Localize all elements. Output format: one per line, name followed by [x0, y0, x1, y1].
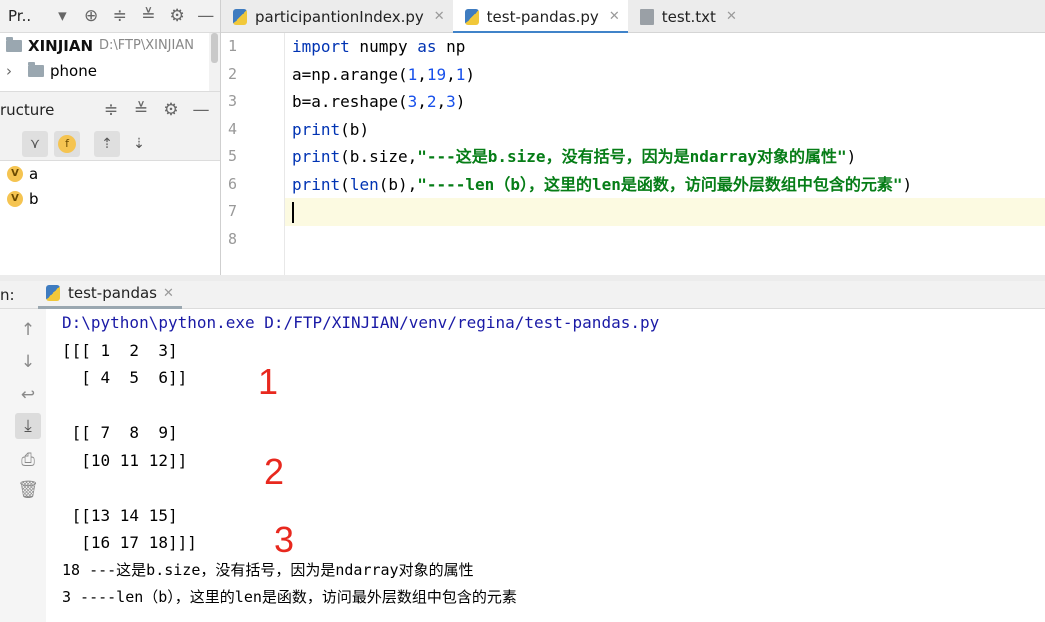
code-line: print(len(b),"----len（b），这里的len是函数，访问最外层… [292, 174, 913, 194]
annotation-3: 3 [274, 519, 295, 560]
annotation-2: 2 [264, 451, 285, 492]
hide-icon[interactable]: — [191, 2, 220, 30]
print-icon[interactable]: ⎙ [15, 447, 41, 473]
close-icon[interactable]: ✕ [434, 9, 445, 24]
expand-all-icon[interactable]: ≑ [105, 2, 134, 30]
structure-title: ructure [0, 100, 55, 119]
structure-toolbar: ⋎ f ⇡ ⇣ [0, 127, 220, 161]
code-line: print(b.size,"---这是b.size，没有括号，因为是ndarra… [292, 147, 857, 166]
text-file-icon [639, 8, 654, 25]
command-line: D:\python\python.exe D:/FTP/XINJIAN/venv… [62, 313, 660, 332]
line-number: 3 [228, 92, 238, 110]
hide-icon[interactable]: — [186, 96, 216, 124]
gear-icon[interactable]: ⚙ [156, 96, 186, 124]
tree-root[interactable]: XINJIAN D:\FTP\XINJIAN [0, 33, 209, 58]
run-tab-label: test-pandas [68, 284, 157, 302]
tab-test-txt[interactable]: test.txt ✕ [628, 0, 745, 33]
tab-label: test-pandas.py [486, 7, 599, 26]
line-number: 7 [228, 202, 238, 220]
tab-test-pandas[interactable]: test-pandas.py ✕ [452, 0, 628, 34]
structure-item[interactable]: V b [0, 186, 220, 211]
python-file-icon [464, 8, 479, 25]
line-number: 6 [228, 174, 238, 193]
tab-participantionindex[interactable]: participantionIndex.py ✕ [221, 0, 453, 33]
structure-item[interactable]: V a [0, 161, 220, 186]
expand-all-icon[interactable]: ≑ [96, 96, 126, 124]
structure-list: V a V b [0, 161, 220, 275]
tab-label: participantionIndex.py [255, 7, 424, 26]
show-fields-button[interactable]: f [54, 130, 80, 157]
trash-icon[interactable]: 🗑 [15, 477, 41, 503]
close-icon[interactable]: ✕ [726, 9, 737, 24]
text-caret [292, 202, 294, 223]
project-toolbar: Pr.. ▾ ⊕ ≑ ≚ ⚙ — [0, 0, 220, 33]
tab-run-test-pandas[interactable]: test-pandas ✕ [38, 281, 182, 309]
root-name: XINJIAN [28, 36, 94, 55]
autoscroll-from-source-icon[interactable]: ⇣ [126, 131, 152, 157]
output-line: 3 ----len（b），这里的len是函数，访问最外层数组中包含的元素 [62, 588, 517, 606]
line-gutter: 1 2 3 4 5 6 7 8 [221, 33, 285, 275]
project-title[interactable]: Pr.. [8, 7, 48, 25]
output-line: [16 17 18]]] [62, 533, 197, 552]
python-file-icon [46, 285, 60, 301]
close-icon[interactable]: ✕ [609, 9, 620, 24]
chevron-down-icon[interactable]: ▾ [48, 2, 77, 30]
chevron-right-icon[interactable]: › [6, 62, 28, 80]
variable-icon: V [7, 165, 23, 182]
python-file-icon [233, 8, 247, 25]
locate-icon[interactable]: ⊕ [77, 2, 106, 30]
line-number: 8 [228, 229, 238, 248]
output-line: [[13 14 15] [62, 505, 178, 525]
line-number: 5 [228, 147, 238, 165]
output-line: [10 11 12]] [62, 450, 188, 470]
autoscroll-to-source-icon[interactable]: ⇡ [94, 130, 120, 157]
code-line: b=a.reshape(3,2,3) [292, 92, 466, 111]
collapse-all-icon[interactable]: ≚ [134, 2, 163, 30]
annotation-1: 1 [258, 361, 279, 402]
code-line: a=np.arange(1,19,1) [292, 64, 476, 84]
line-number: 4 [228, 119, 238, 138]
scroll-to-end-icon[interactable]: ⤓ [15, 413, 41, 439]
code-line: import numpy as np [292, 37, 466, 56]
variable-name: b [29, 189, 39, 208]
tab-label: test.txt [661, 7, 716, 26]
line-number: 2 [228, 64, 238, 83]
structure-header: ructure ≑ ≚ ⚙ — [0, 91, 220, 127]
output-line: [[ 7 8 9] [62, 423, 178, 442]
code-editor[interactable]: import numpy as np a=np.arange(1,19,1) b… [285, 33, 1045, 275]
folder-icon [28, 61, 44, 77]
variable-icon: V [7, 190, 23, 207]
close-icon[interactable]: ✕ [163, 286, 174, 301]
soft-wrap-icon[interactable]: ↩ [15, 382, 41, 408]
tree-item-phone[interactable]: › phone [0, 58, 209, 83]
sort-icon[interactable]: ⋎ [22, 130, 48, 157]
folder-icon [6, 36, 22, 52]
run-label: n: [0, 285, 15, 304]
output-line: [ 4 5 6]] [62, 368, 188, 387]
editor-tabbar: participantionIndex.py ✕ test-pandas.py … [221, 0, 1045, 34]
variable-name: a [29, 164, 39, 183]
current-code-line [285, 198, 1045, 226]
run-header: n: test-pandas ✕ [0, 281, 1045, 309]
project-scrollbar[interactable] [209, 33, 220, 91]
gear-icon[interactable]: ⚙ [163, 2, 192, 30]
line-number: 1 [228, 37, 238, 55]
collapse-all-icon[interactable]: ≚ [126, 96, 156, 124]
field-badge: f [58, 134, 76, 153]
up-arrow-icon[interactable]: ↑ [15, 317, 41, 343]
run-side-toolbar: ↑ ↓ ↩ ⤓ ⎙ 🗑 [0, 309, 46, 622]
output-line: [[[ 1 2 3] [62, 340, 178, 360]
code-line: print(b) [292, 119, 370, 139]
down-arrow-icon[interactable]: ↓ [15, 349, 41, 375]
run-console[interactable]: D:\python\python.exe D:/FTP/XINJIAN/venv… [46, 309, 1045, 622]
tree-item-label: phone [50, 61, 97, 80]
output-line: 18 ---这是b.size，没有括号，因为是ndarray对象的属性 [62, 560, 474, 579]
root-path: D:\FTP\XINJIAN [99, 38, 194, 53]
project-tree: XINJIAN D:\FTP\XINJIAN › phone [0, 33, 209, 91]
